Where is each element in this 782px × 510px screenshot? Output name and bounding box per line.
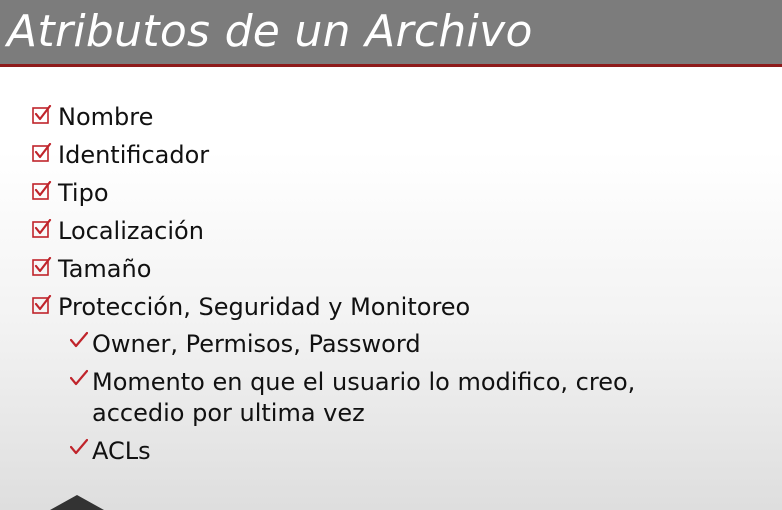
sub-bullet-label: Momento en que el usuario lo modifico, c… (92, 368, 636, 427)
title-underline (0, 64, 782, 67)
checkbox-checked-icon (32, 219, 52, 238)
sub-bullet-label: Owner, Permisos, Password (92, 330, 421, 358)
checkmark-icon (70, 438, 88, 455)
title-bar: Atributos de un Archivo (0, 0, 782, 64)
bullet-item: Tamaño (32, 255, 151, 284)
bullet-item: Identificador (32, 141, 209, 170)
checkbox-checked-icon (32, 105, 52, 124)
checkbox-checked-icon (32, 181, 52, 200)
bullet-label: Identificador (58, 141, 210, 169)
bullet-item: Localización (32, 217, 204, 246)
checkmark-icon (70, 331, 88, 348)
bullet-label: Tipo (58, 179, 109, 207)
bullet-label: Protección, Seguridad y Monitoreo (58, 293, 471, 321)
bullet-label: Localización (58, 217, 204, 245)
decorative-shape (50, 495, 104, 510)
bullet-label: Nombre (58, 103, 154, 131)
bullet-item: Nombre (32, 103, 153, 132)
bullet-label: Tamaño (58, 255, 152, 283)
sub-bullet-label: ACLs (92, 437, 151, 465)
checkbox-checked-icon (32, 257, 52, 276)
bullet-item: Tipo (32, 179, 109, 208)
checkbox-checked-icon (32, 295, 52, 314)
sub-bullet-item: ACLs (70, 436, 712, 467)
checkbox-checked-icon (32, 143, 52, 162)
sub-bullet-item: Momento en que el usuario lo modifico, c… (70, 367, 712, 429)
bullet-item: Protección, Seguridad y Monitoreo (32, 293, 470, 322)
sub-bullet-item: Owner, Permisos, Password (70, 329, 712, 360)
checkmark-icon (70, 369, 88, 386)
slide-title: Atributos de un Archivo (7, 6, 533, 57)
